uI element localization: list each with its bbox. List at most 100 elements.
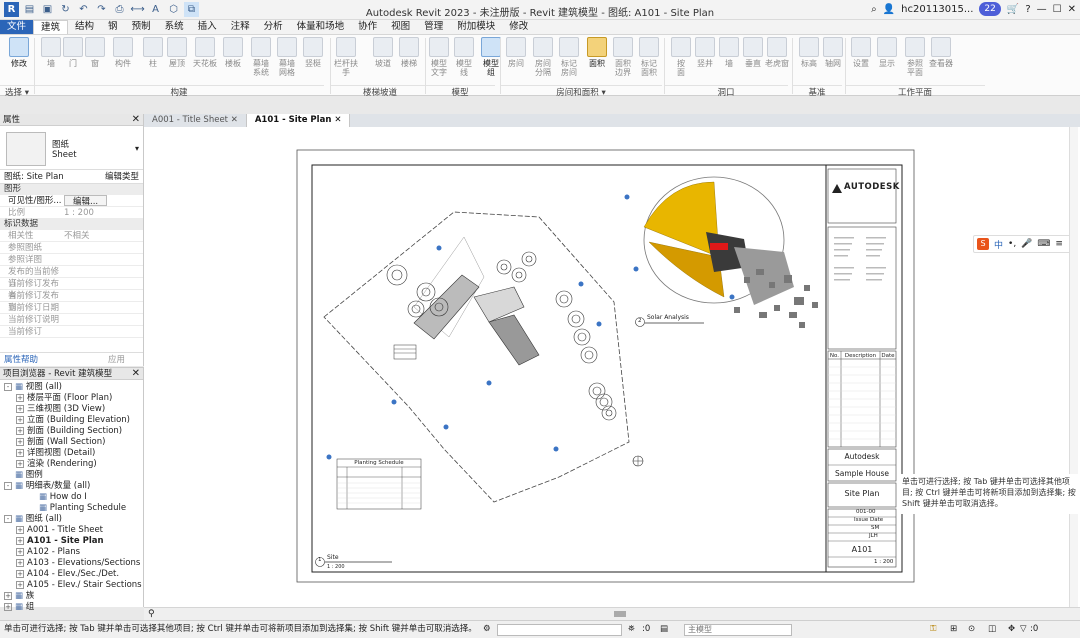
expand-icon[interactable]: + [16, 459, 24, 468]
select-by-face-icon[interactable]: ◫ [988, 621, 996, 638]
menu-tab-13[interactable]: 附加模块 [450, 20, 502, 34]
expand-icon[interactable]: + [16, 437, 24, 446]
browser-node[interactable]: + A105 - Elev./ Stair Sections [0, 580, 143, 591]
horizontal-scrollbar-thumb[interactable] [614, 611, 626, 617]
browser-node[interactable]: + A104 - Elev./Sec./Det. [0, 569, 143, 580]
print-icon[interactable]: ⎙ [112, 2, 127, 17]
browser-node[interactable]: - ▦ 明细表/数量 (all) [0, 481, 143, 492]
expand-icon[interactable]: + [4, 602, 12, 611]
browser-node[interactable]: - ▦ 图纸 (all) [0, 514, 143, 525]
redo-icon[interactable]: ↷ [94, 2, 109, 17]
select-pinned-icon[interactable]: ⊙ [968, 621, 975, 638]
ribbon-group-label[interactable]: 楼梯坡道 [330, 85, 430, 98]
menu-tab-14[interactable]: 修改 [502, 20, 535, 34]
property-row[interactable]: 当前修订说明 [0, 314, 143, 326]
ribbon-button-19[interactable]: 房间 分隔 [530, 37, 556, 77]
browser-node[interactable]: + A001 - Title Sheet [0, 525, 143, 536]
expand-icon[interactable]: + [4, 591, 12, 600]
menu-tab-3[interactable]: 钢 [101, 20, 125, 34]
ribbon-button-11[interactable]: 竖梃 [300, 37, 326, 68]
ribbon-button-15[interactable]: 模型 文字 [426, 37, 452, 77]
browser-node[interactable]: + 剖面 (Wall Section) [0, 437, 143, 448]
measure-icon[interactable]: ⟷ [130, 2, 145, 17]
ribbon-button-29[interactable]: 标高 [796, 37, 822, 68]
revit-logo-icon[interactable]: R [4, 2, 19, 17]
property-row[interactable]: 参照图纸 [0, 242, 143, 254]
browser-node[interactable]: ▦ 图例 [0, 470, 143, 481]
binoculars-icon[interactable]: ⌕ [871, 4, 877, 15]
menu-tab-12[interactable]: 管理 [417, 20, 450, 34]
browser-node[interactable]: + 立面 (Building Elevation) [0, 415, 143, 426]
ribbon-button-26[interactable]: 墙 [716, 37, 742, 68]
menu-tab-7[interactable]: 注释 [224, 20, 257, 34]
ribbon-button-6[interactable]: 屋顶 [164, 37, 190, 68]
browser-node[interactable]: + ▦ 族 [0, 591, 143, 602]
design-options-icon[interactable]: ▤ [660, 621, 668, 638]
property-row[interactable]: 参照详图 [0, 254, 143, 266]
browser-node[interactable]: + ▦ 组 [0, 602, 143, 613]
ribbon-button-3[interactable]: 窗 [82, 37, 108, 68]
menu-tab-1[interactable]: 建筑 [33, 20, 69, 34]
menu-tab-0[interactable]: 文件 [0, 20, 34, 34]
expand-icon[interactable]: + [16, 580, 24, 589]
browser-node[interactable]: + 剖面 (Building Section) [0, 426, 143, 437]
edit-type-button[interactable]: 编辑类型 [105, 170, 143, 183]
minimize-icon[interactable]: — [1037, 4, 1047, 15]
ribbon-button-12[interactable]: 栏杆扶手 [333, 37, 359, 77]
ribbon-button-0[interactable]: 修改 [6, 37, 32, 68]
ribbon-group-label[interactable]: 基准 [792, 85, 842, 98]
sogou-icon[interactable]: S [977, 238, 989, 250]
browser-node[interactable]: - ▦ 视图 (all) [0, 382, 143, 393]
ribbon-button-31[interactable]: 设置 [848, 37, 874, 68]
switch-windows-icon[interactable]: ⧉ [184, 2, 199, 17]
property-row[interactable]: 发布的当前修订 [0, 266, 143, 289]
collapse-icon[interactable]: - [4, 481, 12, 490]
workset-select[interactable] [497, 624, 622, 636]
worksets-icon[interactable]: ⚙ [483, 621, 491, 638]
help-icon[interactable]: ? [1025, 4, 1030, 15]
menu-tab-11[interactable]: 视图 [384, 20, 417, 34]
collapse-icon[interactable]: - [4, 514, 12, 523]
ribbon-button-16[interactable]: 模型 线 [451, 37, 477, 77]
expand-icon[interactable]: + [16, 448, 24, 457]
menu-tab-10[interactable]: 协作 [351, 20, 384, 34]
menu-tab-2[interactable]: 结构 [68, 20, 101, 34]
menu-tab-5[interactable]: 系统 [158, 20, 191, 34]
expand-icon[interactable]: + [16, 558, 24, 567]
ribbon-button-7[interactable]: 天花板 [192, 37, 218, 68]
browser-node[interactable]: + 渲染 (Rendering) [0, 459, 143, 470]
filter-icon[interactable]: ▽ [1020, 621, 1027, 638]
user-name[interactable]: hc20113015... [901, 4, 973, 15]
save-icon[interactable]: ▣ [40, 2, 55, 17]
ribbon-button-13[interactable]: 坡道 [370, 37, 396, 68]
property-row[interactable]: 当前修订日期 [0, 302, 143, 314]
expand-icon[interactable]: + [16, 536, 24, 545]
ribbon-group-label[interactable]: 选择 ▾ [0, 85, 34, 98]
browser-node[interactable]: + 楼层平面 (Floor Plan) [0, 393, 143, 404]
property-row[interactable]: 比例 1 : 200 [0, 207, 143, 219]
ribbon-button-5[interactable]: 柱 [140, 37, 166, 68]
cart-icon[interactable]: 🛒 [1007, 4, 1019, 15]
expand-icon[interactable]: + [16, 525, 24, 534]
ribbon-group-label[interactable]: 房间和面积 ▾ [500, 85, 662, 98]
ribbon-button-9[interactable]: 幕墙 系统 [248, 37, 274, 77]
ribbon-button-24[interactable]: 按 面 [668, 37, 694, 77]
menu-tab-9[interactable]: 体量和场地 [290, 20, 352, 34]
ribbon-button-10[interactable]: 幕墙 网格 [274, 37, 300, 77]
pin-icon[interactable]: ⚲ [148, 609, 155, 619]
property-section[interactable]: 标识数据 [0, 219, 143, 230]
collapse-icon[interactable]: - [4, 382, 12, 391]
expand-icon[interactable]: + [16, 426, 24, 435]
notifications-badge[interactable]: 22 [979, 2, 1001, 16]
ribbon-button-32[interactable]: 显示 [874, 37, 900, 68]
ribbon-group-label[interactable]: 工作平面 [845, 85, 985, 98]
editable-only-icon[interactable]: ⛯ [628, 621, 635, 638]
browser-node[interactable]: + 三维视图 (3D View) [0, 404, 143, 415]
ribbon-button-28[interactable]: 老虎窗 [764, 37, 790, 68]
ime-toolbar[interactable]: S 中 •, 🎤 ⌨ ≡ [973, 235, 1073, 253]
ribbon-button-21[interactable]: 面积 [584, 37, 610, 68]
ribbon-button-30[interactable]: 轴网 [820, 37, 846, 68]
close-icon[interactable]: ✕ [132, 368, 140, 380]
ribbon-group-label[interactable]: 构建 [34, 85, 324, 98]
ribbon-button-27[interactable]: 垂直 [740, 37, 766, 68]
